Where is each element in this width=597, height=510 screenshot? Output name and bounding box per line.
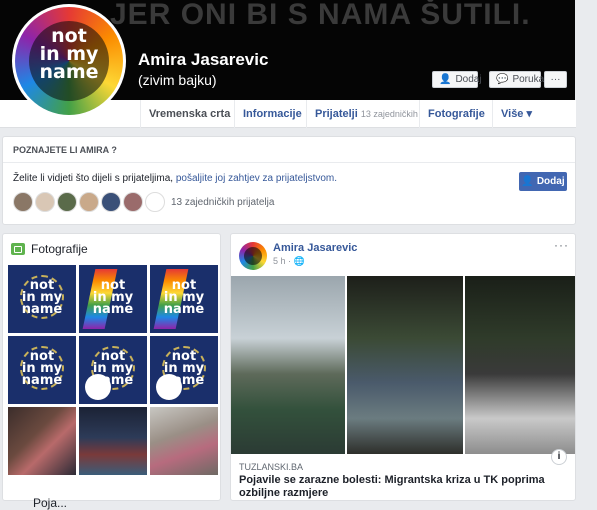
photo-badge-text: not in my name [21, 278, 63, 317]
post-timestamp[interactable]: 5 h · 🌐 [273, 256, 305, 267]
photo-thumbnail[interactable] [8, 407, 76, 475]
link-source-domain: TUZLANSKI.BA [239, 462, 304, 472]
post-image [231, 276, 345, 454]
profile-alternate-name: (zivim bajku) [138, 72, 217, 88]
globe-icon: 🌐 [293, 256, 305, 266]
tab-about[interactable]: Informacije [234, 100, 306, 128]
photo-thumbnail[interactable] [150, 407, 218, 475]
link-headline[interactable]: Pojavile se zarazne bolesti: Migrantska … [239, 474, 569, 500]
friend-request-card: POZNAJETE LI AMIRA ? Želite li vidjeti š… [2, 136, 576, 225]
photo-icon [11, 243, 25, 255]
add-friend-icon: 👤 [439, 74, 452, 85]
photo-thumbnail[interactable]: not in my name [150, 265, 218, 333]
post-author-avatar[interactable] [239, 242, 267, 270]
mutual-friends: 13 zajedničkih prijatelja [13, 192, 274, 212]
photos-card: Fotografije not in my name not in my name no… [2, 233, 221, 510]
profile-name[interactable]: Amira Jasarevic [138, 50, 268, 70]
post-author-name[interactable]: Amira Jasarevic [273, 242, 357, 254]
photo-thumbnail[interactable]: not in my name [8, 336, 76, 404]
profile-picture[interactable]: not in my name [12, 4, 126, 118]
mutual-friend-avatar[interactable] [79, 192, 99, 212]
post-card: Amira Jasarevic 5 h · 🌐 ··· i TUZLANSKI.… [230, 233, 576, 501]
tab-timeline[interactable]: Vremenska crta [140, 100, 234, 128]
emblem-icon [85, 374, 111, 400]
profile-picture-text: not in my name [39, 25, 99, 83]
add-friend-icon: 👤 [521, 176, 534, 187]
divider [3, 162, 575, 163]
emblem-icon [156, 374, 182, 400]
photo-thumbnail[interactable] [79, 407, 147, 475]
mutual-friend-avatar[interactable] [101, 192, 121, 212]
add-friend-button[interactable]: 👤 Dodaj [432, 71, 482, 88]
post-options-button[interactable]: ··· [554, 238, 569, 252]
mutual-friend-avatar[interactable] [145, 192, 165, 212]
message-button[interactable]: 💬 Poruka [489, 71, 544, 88]
mutual-friends-count[interactable]: 13 zajedničkih prijatelja [171, 197, 274, 208]
photos-header[interactable]: Fotografije [11, 242, 88, 256]
messenger-icon: 💬 [496, 74, 509, 85]
add-friend-button-secondary[interactable]: 👤 Dodaj [519, 172, 567, 191]
photo-thumbnail[interactable]: not in my name [150, 336, 218, 404]
mutual-friend-avatar[interactable] [35, 192, 55, 212]
post-image [347, 276, 463, 454]
send-request-link[interactable]: pošaljite joj zahtjev za prijateljstvom. [176, 173, 337, 184]
mutual-friend-avatar[interactable] [57, 192, 77, 212]
more-options-button[interactable]: ··· [544, 71, 567, 88]
photo-thumbnail[interactable]: not in my name [79, 265, 147, 333]
card-title: POZNAJETE LI AMIRA ? [13, 145, 117, 155]
post-link-image[interactable] [231, 276, 575, 454]
photo-thumbnail[interactable]: not in my name [79, 336, 147, 404]
mutual-friend-avatar[interactable] [13, 192, 33, 212]
cover-text: JER ONI BI S NAMA ŠUTILI. [110, 0, 531, 31]
info-icon[interactable]: i [551, 449, 567, 465]
photo-thumbnail[interactable]: not in my name [8, 265, 76, 333]
tab-more[interactable]: Više ▾ [492, 100, 548, 128]
friends-mutual-count: 13 zajedničkih [360, 109, 418, 119]
friend-request-prompt: Želite li vidjeti što dijeli s prijatelj… [13, 173, 338, 184]
mutual-friend-avatar[interactable] [123, 192, 143, 212]
right-gutter [575, 0, 597, 100]
tab-friends[interactable]: Prijatelji 13 zajedničkih [306, 100, 419, 128]
tab-photos[interactable]: Fotografije [419, 100, 492, 128]
next-section-title[interactable]: Poja... [33, 496, 67, 510]
post-image [465, 276, 575, 454]
photo-grid: not in my name not in my name not in my name n… [8, 265, 218, 475]
